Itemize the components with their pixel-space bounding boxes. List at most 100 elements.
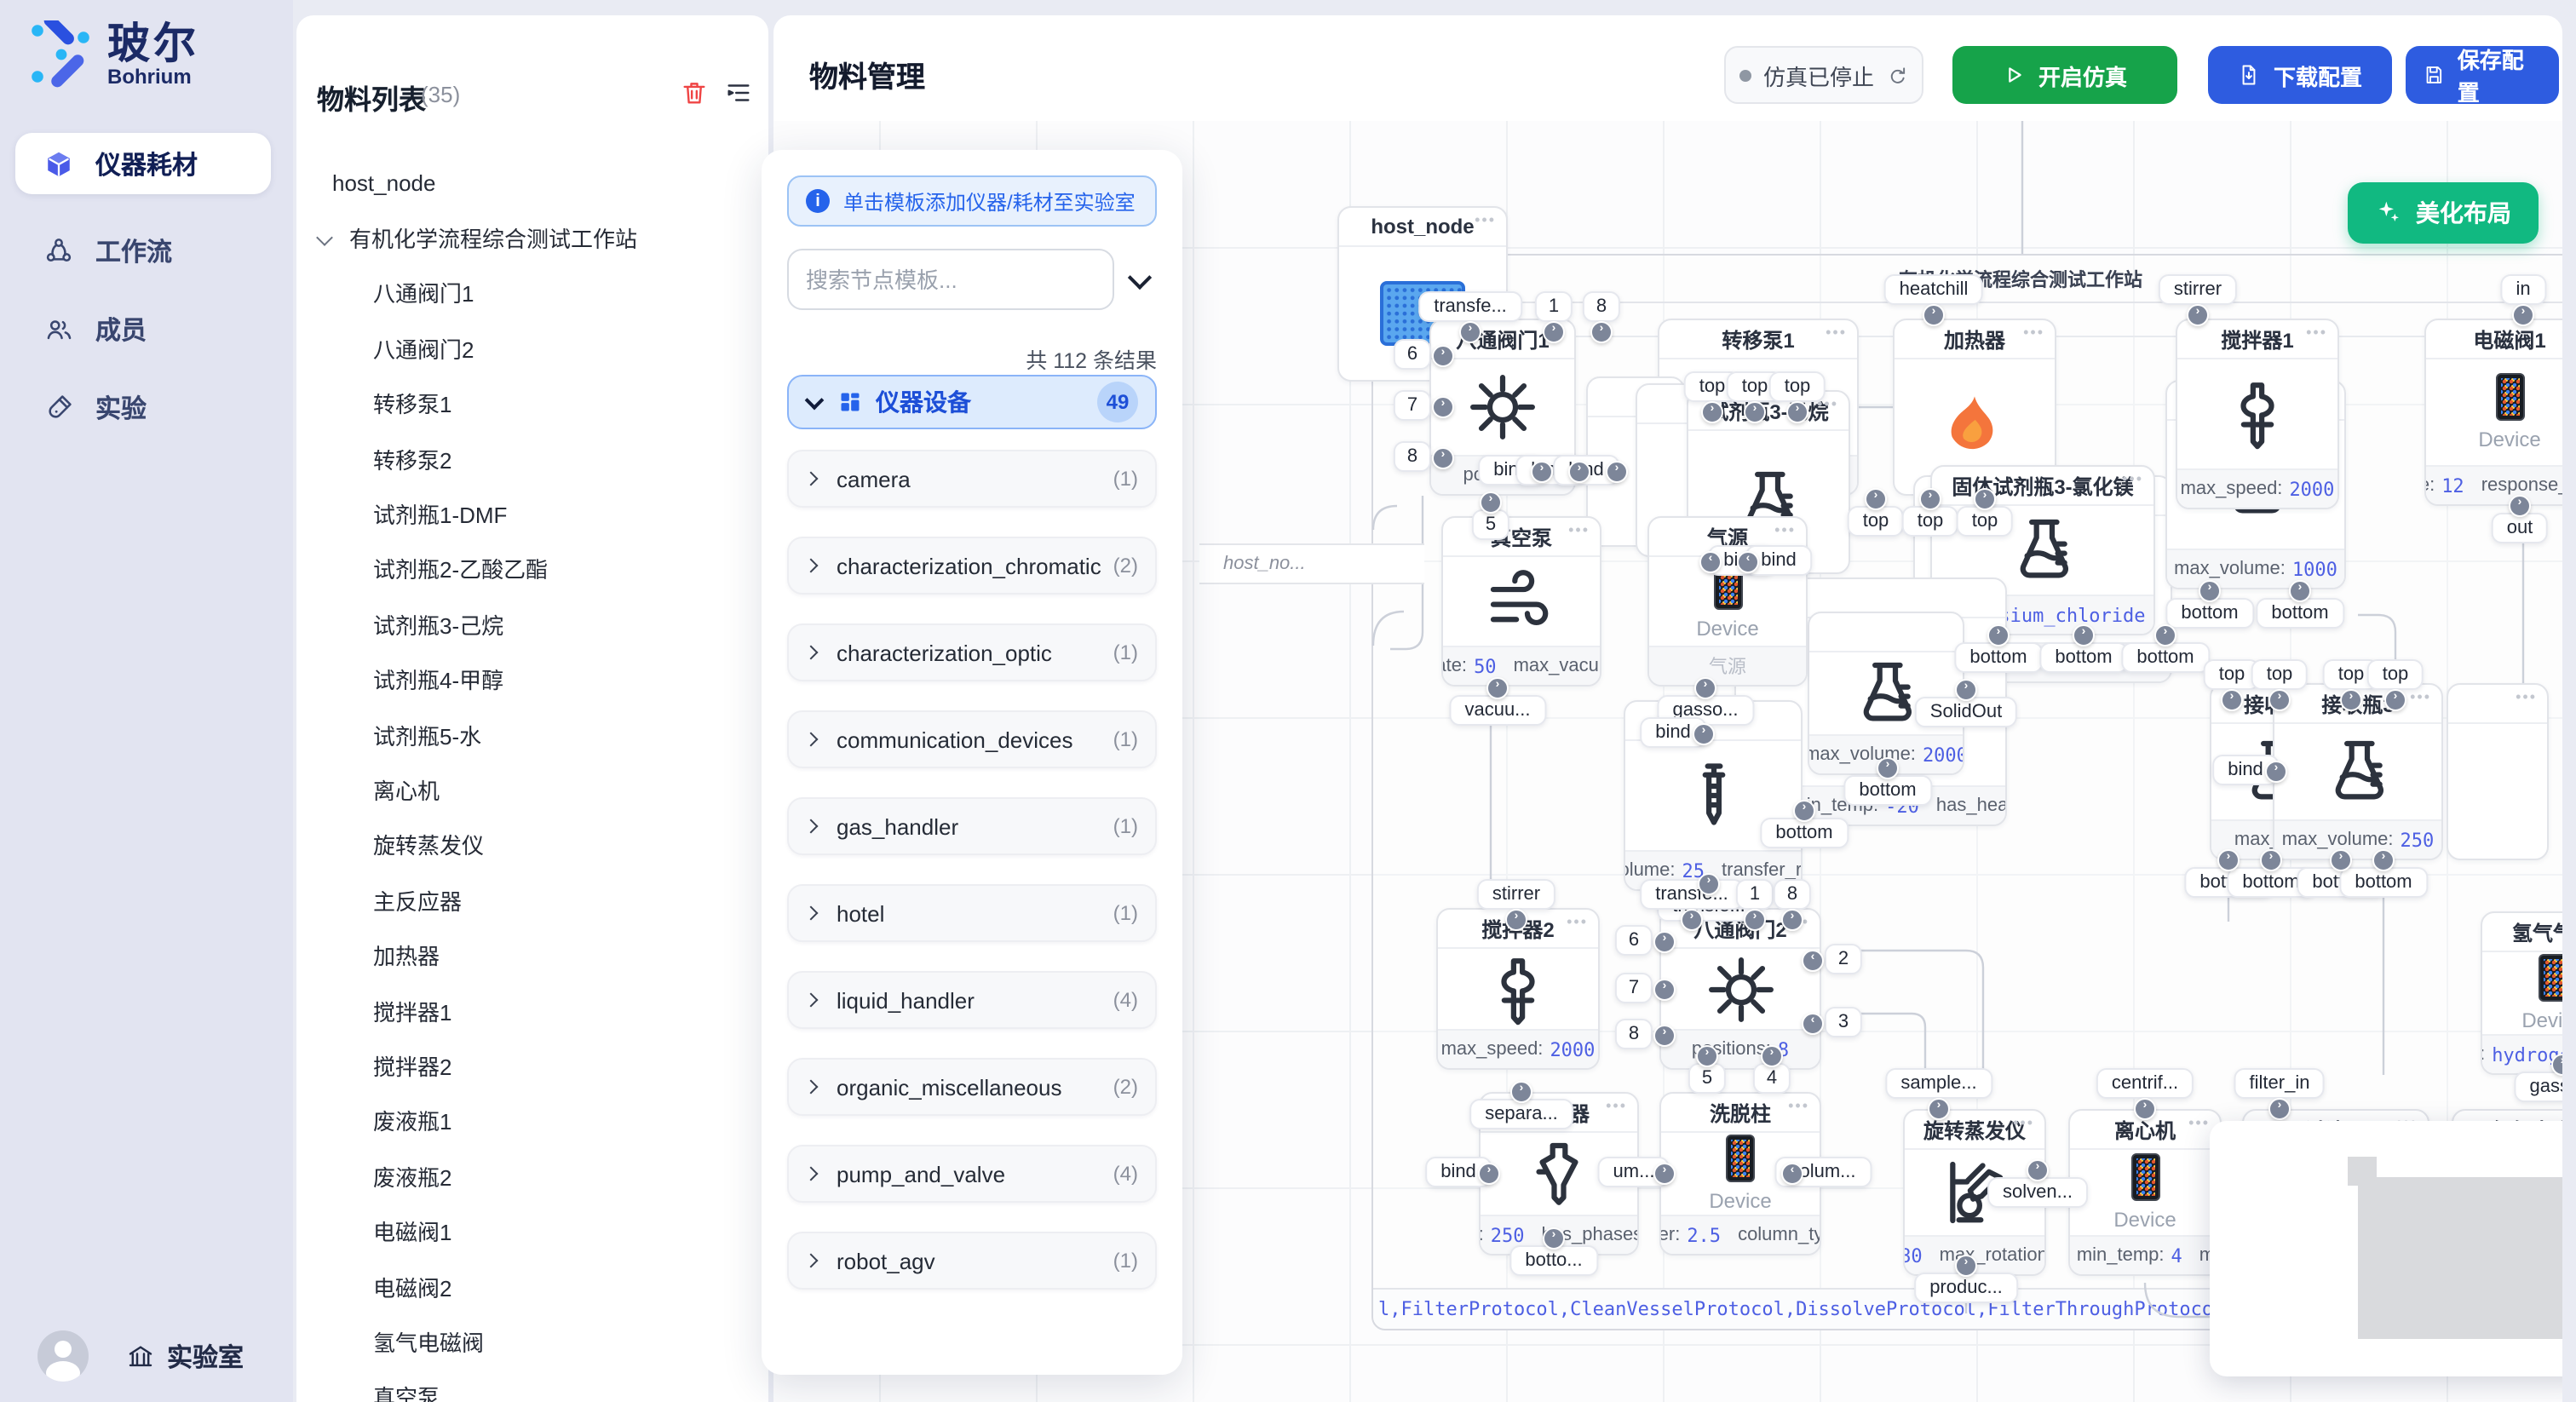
port-label[interactable]: bottom <box>2121 642 2209 673</box>
port-label[interactable]: botto... <box>1509 1245 1597 1276</box>
node-menu-icon[interactable]: ••• <box>2188 1114 2210 1131</box>
download-config-button[interactable]: 下载配置 <box>2208 46 2392 104</box>
tree-item[interactable]: 旋转蒸发仪 <box>296 817 768 872</box>
canvas-node-电磁阀1[interactable]: 电磁阀1•••Devicevoltage:12response_time:0.1 <box>2424 319 2562 506</box>
sidebar-item-instruments[interactable]: 仪器耗材 <box>15 133 271 194</box>
port-label[interactable]: centrif... <box>2096 1068 2194 1099</box>
port-label[interactable]: top <box>2367 659 2424 690</box>
port-label[interactable]: 4 <box>1753 1063 1791 1094</box>
node-menu-icon[interactable]: ••• <box>2122 470 2143 487</box>
node-menu-icon[interactable]: ••• <box>2306 324 2327 341</box>
node-menu-icon[interactable]: ••• <box>1774 521 1796 538</box>
tree-item[interactable]: 八通阀门2 <box>296 320 768 376</box>
port-label[interactable]: 8 <box>1394 441 1431 472</box>
node-menu-icon[interactable]: ••• <box>1567 913 1588 930</box>
sidebar-item-members[interactable]: 成员 <box>15 298 271 359</box>
port-label[interactable]: bottom <box>2256 598 2343 629</box>
category-item-characterization_optic[interactable]: characterization_optic(1) <box>787 623 1157 681</box>
sidebar-item-workflow[interactable]: 工作流 <box>15 220 271 281</box>
tree-item[interactable]: 试剂瓶3-己烷 <box>296 596 768 652</box>
port-label[interactable]: 2 <box>1825 944 1862 974</box>
category-item-liquid_handler[interactable]: liquid_handler(4) <box>787 971 1157 1029</box>
tree-item[interactable]: 搅拌器2 <box>296 1038 768 1094</box>
port-label[interactable]: bottom <box>1843 775 1931 806</box>
tree-item[interactable]: 八通阀门1 <box>296 266 768 321</box>
category-item-organic_miscellaneous[interactable]: organic_miscellaneous(2) <box>787 1058 1157 1116</box>
port-label[interactable]: 7 <box>1394 390 1431 421</box>
port-label[interactable]: transfe... <box>1418 291 1522 322</box>
port-label[interactable]: bottom <box>2339 867 2427 898</box>
lab-entry[interactable]: 实验室 <box>126 1338 244 1374</box>
user-avatar[interactable] <box>37 1330 89 1382</box>
node-menu-icon[interactable]: ••• <box>2516 688 2537 705</box>
port-label[interactable]: 5 <box>1688 1063 1726 1094</box>
tree-item[interactable]: 试剂瓶1-DMF <box>296 486 768 542</box>
tree-item-workstation[interactable]: 有机化学流程综合测试工作站 <box>296 210 768 266</box>
category-item-gas_handler[interactable]: gas_handler(1) <box>787 797 1157 855</box>
canvas-node-接收瓶3[interactable]: 接收瓶3•••max_volume:250 <box>2273 683 2443 860</box>
port-label[interactable]: stirrer <box>1477 879 1555 910</box>
port-label[interactable]: top <box>1769 371 1826 402</box>
tree-item[interactable]: 废液瓶2 <box>296 1148 768 1204</box>
beautify-layout-button[interactable]: 美化布局 <box>2348 182 2539 244</box>
category-item-robot_agv[interactable]: robot_agv(1) <box>787 1232 1157 1290</box>
port-label[interactable]: top <box>2251 659 2309 690</box>
tree-item[interactable]: 主反应器 <box>296 872 768 928</box>
port-label[interactable]: in <box>2500 274 2545 305</box>
refresh-icon[interactable] <box>1886 64 1908 86</box>
node-menu-icon[interactable]: ••• <box>1568 521 1590 538</box>
port-label[interactable]: bottom <box>1760 818 1848 848</box>
tree-item[interactable]: 真空泵 <box>296 1369 768 1402</box>
category-group-instruments[interactable]: 仪器设备 49 <box>787 375 1157 429</box>
host-node-sub-row[interactable]: host_no... <box>1199 543 1424 584</box>
tree-item[interactable]: 加热器 <box>296 928 768 983</box>
canvas-node-氢气气源[interactable]: 氢气气源Device_type:hydrogenmax_pre <box>2481 911 2562 1075</box>
chevron-down-icon[interactable] <box>317 228 336 247</box>
port-label[interactable]: 8 <box>1583 291 1620 322</box>
node-menu-icon[interactable]: ••• <box>1606 1097 1627 1114</box>
port-label[interactable]: sample... <box>1885 1068 1992 1099</box>
save-config-button[interactable]: 保存配置 <box>2406 46 2559 104</box>
category-item-characterization_chromatic[interactable]: characterization_chromatic(2) <box>787 537 1157 595</box>
canvas-node-搅拌器2[interactable]: 搅拌器2•••max_speed:2000 <box>1436 908 1600 1070</box>
simulation-status-pill[interactable]: 仿真已停止 <box>1724 46 1923 104</box>
tree-item[interactable]: 电磁阀1 <box>296 1204 768 1259</box>
canvas-node-气源[interactable]: 气源•••Device气源 <box>1647 516 1808 687</box>
port-label[interactable]: bottom <box>2165 598 2253 629</box>
category-item-pump_and_valve[interactable]: pump_and_valve(4) <box>787 1145 1157 1203</box>
port-label[interactable]: 3 <box>1825 1007 1862 1037</box>
tree-item-host-node[interactable]: host_node <box>296 155 768 210</box>
port-label[interactable]: solven... <box>1987 1177 2088 1208</box>
port-label[interactable]: stirrer <box>2159 274 2237 305</box>
port-label[interactable]: bottom <box>1954 642 2042 673</box>
tree-item[interactable]: 转移泵2 <box>296 431 768 486</box>
canvas-node-离心机[interactable]: 离心机•••Devicep:40min_temp:4max_spe <box>2068 1109 2222 1276</box>
canvas-node-八通阀门2[interactable]: 八通阀门2•••positions:8 <box>1659 908 1821 1070</box>
port-label[interactable]: 7 <box>1615 973 1653 1003</box>
tree-item[interactable]: 搅拌器1 <box>296 983 768 1038</box>
port-label[interactable]: transfe... <box>1640 879 1744 910</box>
port-label[interactable]: 8 <box>1774 879 1811 910</box>
chevron-down-icon[interactable] <box>1128 266 1152 290</box>
category-item-camera[interactable]: camera(1) <box>787 450 1157 508</box>
port-label[interactable]: 1 <box>1535 291 1573 322</box>
port-label[interactable]: 1 <box>1736 879 1774 910</box>
port-label[interactable]: filter_in <box>2234 1068 2326 1099</box>
start-simulation-button[interactable]: 开启仿真 <box>1952 46 2177 104</box>
canvas-node-card[interactable]: ••• <box>2447 683 2549 860</box>
canvas-node-真空泵[interactable]: 真空泵•••pump_rate:50max_vacuum:0.1 <box>1441 516 1601 687</box>
port-label[interactable]: heatchill <box>1884 274 1984 305</box>
search-input[interactable] <box>787 249 1114 310</box>
node-menu-icon[interactable]: ••• <box>1826 324 1847 341</box>
port-label[interactable]: 5 <box>1472 509 1509 540</box>
port-label[interactable]: bottom <box>2039 642 2127 673</box>
tree-item[interactable]: 氢气电磁阀 <box>296 1313 768 1369</box>
tree-item[interactable]: 电磁阀2 <box>296 1259 768 1314</box>
node-menu-icon[interactable]: ••• <box>2023 324 2044 341</box>
node-menu-icon[interactable]: ••• <box>1475 211 1496 228</box>
node-menu-icon[interactable]: ••• <box>2410 688 2431 705</box>
category-item-communication_devices[interactable]: communication_devices(1) <box>787 710 1157 768</box>
port-label[interactable]: top <box>1848 506 1905 537</box>
sidebar-item-experiments[interactable]: 实验 <box>15 376 271 438</box>
delete-all-button[interactable] <box>680 78 709 107</box>
